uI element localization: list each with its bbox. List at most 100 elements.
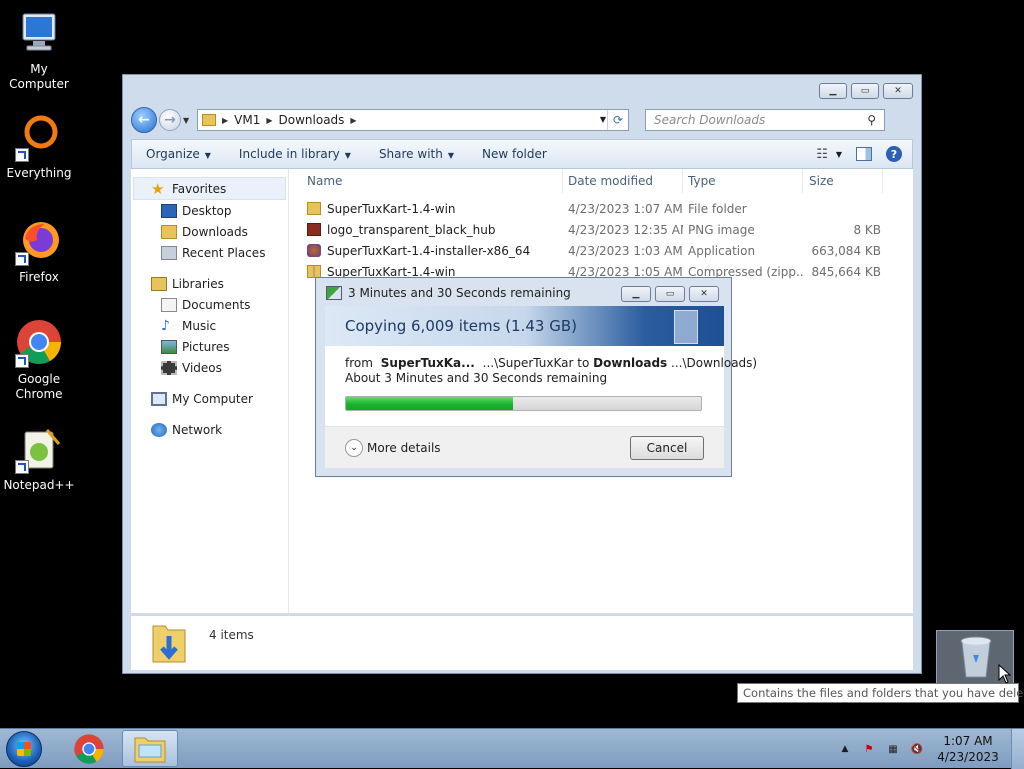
nav-network[interactable]: Network (131, 419, 288, 440)
dialog-maximize-button[interactable]: ▭ (655, 286, 685, 302)
chevron-down-icon[interactable]: ⌄ (345, 438, 363, 457)
from-label: from (345, 356, 373, 370)
nav-item-documents[interactable]: Documents (131, 294, 288, 315)
copy-progress-dialog[interactable]: 3 Minutes and 30 Seconds remaining ▁ ▭ ✕… (315, 277, 757, 477)
start-button[interactable] (6, 731, 42, 767)
nav-item-recent-places[interactable]: Recent Places (131, 242, 288, 263)
new-folder-button[interactable]: New folder (468, 147, 561, 161)
desktop-icon-notepadpp[interactable]: Notepad++ (0, 426, 78, 493)
column-header-date[interactable]: Date modified (563, 169, 683, 193)
back-button[interactable]: ← (131, 107, 157, 133)
navigation-pane[interactable]: ★ Favorites Desktop Downloads Recent Pla… (131, 169, 289, 613)
nav-item-label: Downloads (182, 224, 248, 239)
breadcrumb-vm1[interactable]: VM1 (234, 113, 260, 127)
taskbar-explorer[interactable] (122, 730, 178, 767)
desktop-icon-firefox[interactable]: Firefox (0, 218, 78, 285)
volume-muted-icon[interactable]: 🔇 (909, 741, 925, 757)
system-tray: ▲ ⚑ ▦ 🔇 1:07 AM 4/23/2023 (837, 729, 1024, 769)
nav-item-label: Documents (182, 297, 251, 312)
forward-button[interactable]: → (159, 109, 181, 131)
share-with-menu[interactable]: Share with ▼ (365, 147, 468, 161)
file-row[interactable]: SuperTuxKart-1.4-win 4/23/2023 1:07 AM F… (289, 198, 913, 219)
downloads-folder-icon (161, 224, 177, 239)
minimize-button[interactable]: ▁ (819, 83, 847, 99)
desktop-icon-chrome[interactable]: Google Chrome (0, 320, 78, 402)
explorer-folder-icon (134, 737, 166, 762)
new-folder-label: New folder (482, 147, 547, 161)
dialog-title-text: 3 Minutes and 30 Seconds remaining (348, 286, 571, 300)
action-center-flag-icon[interactable]: ⚑ (861, 741, 877, 757)
firefox-icon (15, 218, 63, 266)
breadcrumb-separator-icon[interactable]: ▶ (266, 116, 272, 125)
network-icon (151, 422, 167, 437)
column-header-name[interactable]: Name (289, 169, 563, 193)
maximize-button[interactable]: ▭ (851, 83, 879, 99)
folder-icon (202, 114, 216, 126)
copy-source-line: from SuperTuxKa... ...\SuperTuxKar to Do… (345, 356, 757, 371)
taskbar-chrome[interactable] (64, 730, 114, 767)
address-bar[interactable]: ▶ VM1 ▶ Downloads ▶ ▼ ⟳ (197, 109, 629, 131)
time-remaining: About 3 Minutes and 30 Seconds remaining (345, 371, 608, 385)
nav-my-computer-label: My Computer (172, 391, 253, 406)
chevron-down-icon: ▼ (344, 151, 351, 160)
nav-libraries-label: Libraries (172, 276, 224, 291)
close-button[interactable]: ✕ (883, 83, 913, 99)
include-in-library-menu[interactable]: Include in library ▼ (225, 147, 365, 161)
nav-item-pictures[interactable]: Pictures (131, 336, 288, 357)
shortcut-arrow-icon (15, 354, 29, 368)
refresh-icon[interactable]: ⟳ (607, 110, 628, 130)
clock-time: 1:07 AM (943, 734, 993, 748)
installer-icon (307, 244, 321, 257)
preview-pane-button[interactable] (856, 147, 872, 161)
window-caption-buttons: ▁ ▭ ✕ (819, 83, 913, 99)
clock-date: 4/23/2023 (937, 750, 999, 764)
organize-menu[interactable]: Organize ▼ (132, 147, 225, 161)
nav-item-music[interactable]: ♪ Music (131, 315, 288, 336)
breadcrumb-separator-icon[interactable]: ▶ (222, 116, 228, 125)
destination-name[interactable]: Downloads (593, 356, 667, 370)
help-icon[interactable]: ? (886, 146, 902, 162)
column-header-type[interactable]: Type (683, 169, 803, 193)
recent-places-icon (161, 245, 177, 260)
to-label: to (577, 356, 590, 370)
file-type: Application (688, 243, 756, 258)
address-dropdown-icon[interactable]: ▼ (600, 115, 606, 124)
show-hidden-icons-button[interactable]: ▲ (837, 741, 853, 757)
command-bar: Organize ▼ Include in library ▼ Share with… (131, 139, 913, 169)
network-tray-icon[interactable]: ▦ (885, 741, 901, 757)
nav-item-downloads[interactable]: Downloads (131, 221, 288, 242)
file-row[interactable]: SuperTuxKart-1.4-installer-x86_64 4/23/2… (289, 240, 913, 261)
close-icon: ✕ (894, 86, 902, 96)
file-size: 8 KB (853, 222, 881, 237)
breadcrumb-downloads[interactable]: Downloads (279, 113, 345, 127)
more-details-toggle[interactable]: More details (367, 441, 441, 455)
desktop-icon-everything[interactable]: Everything (0, 114, 78, 181)
dialog-minimize-button[interactable]: ▁ (621, 286, 651, 302)
minimize-icon: ▁ (829, 86, 837, 96)
view-options-button[interactable]: ☷ ▼ (816, 147, 842, 162)
column-header-size[interactable]: Size (803, 169, 883, 193)
back-arrow-icon: ← (138, 112, 150, 128)
destination-path: ...\Downloads) (671, 356, 758, 370)
show-desktop-button[interactable] (1011, 729, 1024, 769)
nav-item-desktop[interactable]: Desktop (131, 200, 288, 221)
windows-logo-icon (17, 742, 31, 756)
clock[interactable]: 1:07 AM 4/23/2023 (933, 733, 1003, 765)
nav-my-computer[interactable]: My Computer (131, 388, 288, 409)
nav-libraries[interactable]: Libraries (131, 273, 288, 294)
source-name[interactable]: SuperTuxKa... (381, 356, 475, 370)
nav-item-videos[interactable]: Videos (131, 357, 288, 378)
file-row[interactable]: logo_transparent_black_hub 4/23/2023 12:… (289, 219, 913, 240)
dialog-title: 3 Minutes and 30 Seconds remaining (326, 286, 571, 300)
search-box[interactable]: Search Downloads ⚲ (645, 109, 885, 131)
shortcut-arrow-icon (15, 148, 29, 162)
desktop-icon-my-computer[interactable]: My Computer (0, 10, 78, 92)
documents-icon (161, 297, 177, 312)
recent-pages-dropdown[interactable]: ▼ (183, 116, 193, 125)
nav-favorites[interactable]: ★ Favorites (133, 177, 286, 200)
maximize-icon: ▭ (665, 289, 675, 299)
dialog-close-button[interactable]: ✕ (689, 286, 719, 302)
breadcrumb-separator-icon[interactable]: ▶ (350, 116, 356, 125)
desktop-icon-label: Notepad++ (3, 478, 75, 492)
cancel-button[interactable]: Cancel (630, 435, 704, 460)
